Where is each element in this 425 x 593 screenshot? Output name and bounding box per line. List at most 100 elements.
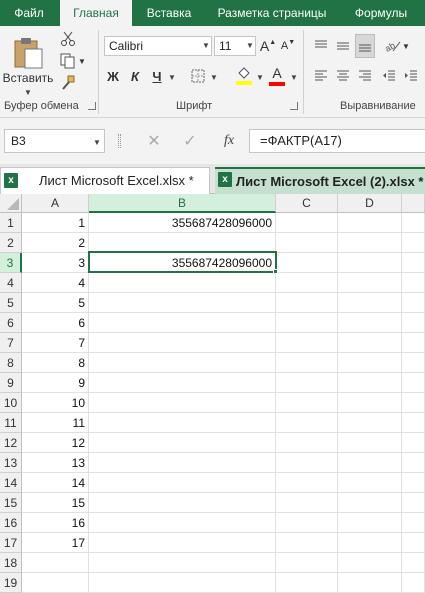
cell-b19[interactable] [89, 573, 276, 593]
cell-c14[interactable] [276, 473, 338, 493]
row-header[interactable]: 1 [0, 213, 22, 233]
copy-dropdown-arrow[interactable]: ▼ [78, 57, 86, 66]
tab-home[interactable]: Главная [60, 0, 132, 26]
cut-button[interactable] [58, 30, 78, 48]
cell-e6[interactable] [402, 313, 425, 333]
cell-d11[interactable] [338, 413, 402, 433]
cell-d9[interactable] [338, 373, 402, 393]
cell-c5[interactable] [276, 293, 338, 313]
fill-handle[interactable] [273, 269, 278, 274]
cell-e4[interactable] [402, 273, 425, 293]
row-header[interactable]: 5 [0, 293, 22, 313]
cell-d4[interactable] [338, 273, 402, 293]
workbook-tab-1[interactable]: x Лист Microsoft Excel.xlsx * [0, 167, 210, 194]
cell-d12[interactable] [338, 433, 402, 453]
borders-button[interactable] [188, 66, 208, 86]
cell-e5[interactable] [402, 293, 425, 313]
cell-d8[interactable] [338, 353, 402, 373]
font-name-field[interactable]: Calibri [104, 36, 212, 56]
cell-a10[interactable]: 10 [22, 393, 89, 413]
shrink-font-button[interactable]: A ▼ [280, 36, 296, 56]
cell-e14[interactable] [402, 473, 425, 493]
cell-d19[interactable] [338, 573, 402, 593]
row-header[interactable]: 2 [0, 233, 22, 253]
enter-formula-button[interactable]: ✓ [180, 131, 200, 151]
column-header-b[interactable]: B [89, 194, 276, 213]
row-header[interactable]: 18 [0, 553, 22, 573]
align-top-button[interactable] [312, 36, 330, 56]
cell-b7[interactable] [89, 333, 276, 353]
paste-button[interactable]: Вставить [3, 30, 53, 90]
cell-b10[interactable] [89, 393, 276, 413]
name-box-dropdown-icon[interactable]: ▼ [93, 138, 101, 147]
cell-e19[interactable] [402, 573, 425, 593]
cell-e2[interactable] [402, 233, 425, 253]
cell-e1[interactable] [402, 213, 425, 233]
cell-c13[interactable] [276, 453, 338, 473]
cell-d2[interactable] [338, 233, 402, 253]
column-header-e[interactable] [402, 194, 425, 213]
name-box[interactable]: B3 [4, 129, 105, 153]
cell-e12[interactable] [402, 433, 425, 453]
row-header[interactable]: 16 [0, 513, 22, 533]
cell-e10[interactable] [402, 393, 425, 413]
row-header[interactable]: 6 [0, 313, 22, 333]
cell-a19[interactable] [22, 573, 89, 593]
cell-e17[interactable] [402, 533, 425, 553]
increase-indent-button[interactable] [402, 66, 420, 86]
row-header[interactable]: 17 [0, 533, 22, 553]
grow-font-button[interactable]: A ▲ [260, 36, 276, 56]
insert-function-button[interactable]: fx [218, 131, 240, 151]
cell-a9[interactable]: 9 [22, 373, 89, 393]
cell-b9[interactable] [89, 373, 276, 393]
cell-a2[interactable]: 2 [22, 233, 89, 253]
row-header[interactable]: 3 [0, 253, 22, 273]
cell-b5[interactable] [89, 293, 276, 313]
cell-c6[interactable] [276, 313, 338, 333]
decrease-indent-button[interactable] [380, 66, 398, 86]
cell-a17[interactable]: 17 [22, 533, 89, 553]
underline-button[interactable]: Ч [148, 66, 166, 86]
row-header[interactable]: 10 [0, 393, 22, 413]
cell-a15[interactable]: 15 [22, 493, 89, 513]
format-painter-button[interactable] [58, 74, 78, 92]
cell-b18[interactable] [89, 553, 276, 573]
cell-d17[interactable] [338, 533, 402, 553]
cell-e15[interactable] [402, 493, 425, 513]
cell-a6[interactable]: 6 [22, 313, 89, 333]
row-header[interactable]: 19 [0, 573, 22, 593]
cell-d5[interactable] [338, 293, 402, 313]
cell-e3[interactable] [402, 253, 425, 273]
column-header-c[interactable]: C [276, 194, 338, 213]
cell-e7[interactable] [402, 333, 425, 353]
cell-d10[interactable] [338, 393, 402, 413]
borders-dropdown-icon[interactable]: ▼ [210, 73, 218, 82]
cell-b17[interactable] [89, 533, 276, 553]
cell-a1[interactable]: 1 [22, 213, 89, 233]
cell-b8[interactable] [89, 353, 276, 373]
cell-c15[interactable] [276, 493, 338, 513]
font-size-dropdown-icon[interactable]: ▼ [246, 41, 254, 50]
workbook-tab-2[interactable]: x Лист Microsoft Excel (2).xlsx * [215, 167, 425, 194]
cell-d13[interactable] [338, 453, 402, 473]
italic-button[interactable]: К [126, 66, 144, 86]
cell-b15[interactable] [89, 493, 276, 513]
cell-a16[interactable]: 16 [22, 513, 89, 533]
cell-c18[interactable] [276, 553, 338, 573]
tab-formulas[interactable]: Формулы [344, 0, 418, 26]
column-header-a[interactable]: A [22, 194, 89, 213]
cell-d7[interactable] [338, 333, 402, 353]
align-bottom-button[interactable] [355, 34, 375, 58]
column-header-d[interactable]: D [338, 194, 402, 213]
cell-a7[interactable]: 7 [22, 333, 89, 353]
cell-e8[interactable] [402, 353, 425, 373]
tab-page-layout[interactable]: Разметка страницы [206, 0, 338, 26]
orientation-button[interactable]: ab ▼ [382, 36, 412, 56]
align-right-button[interactable] [356, 66, 374, 86]
cell-b11[interactable] [89, 413, 276, 433]
cell-d16[interactable] [338, 513, 402, 533]
row-header[interactable]: 12 [0, 433, 22, 453]
row-header[interactable]: 7 [0, 333, 22, 353]
cell-c11[interactable] [276, 413, 338, 433]
row-header[interactable]: 14 [0, 473, 22, 493]
